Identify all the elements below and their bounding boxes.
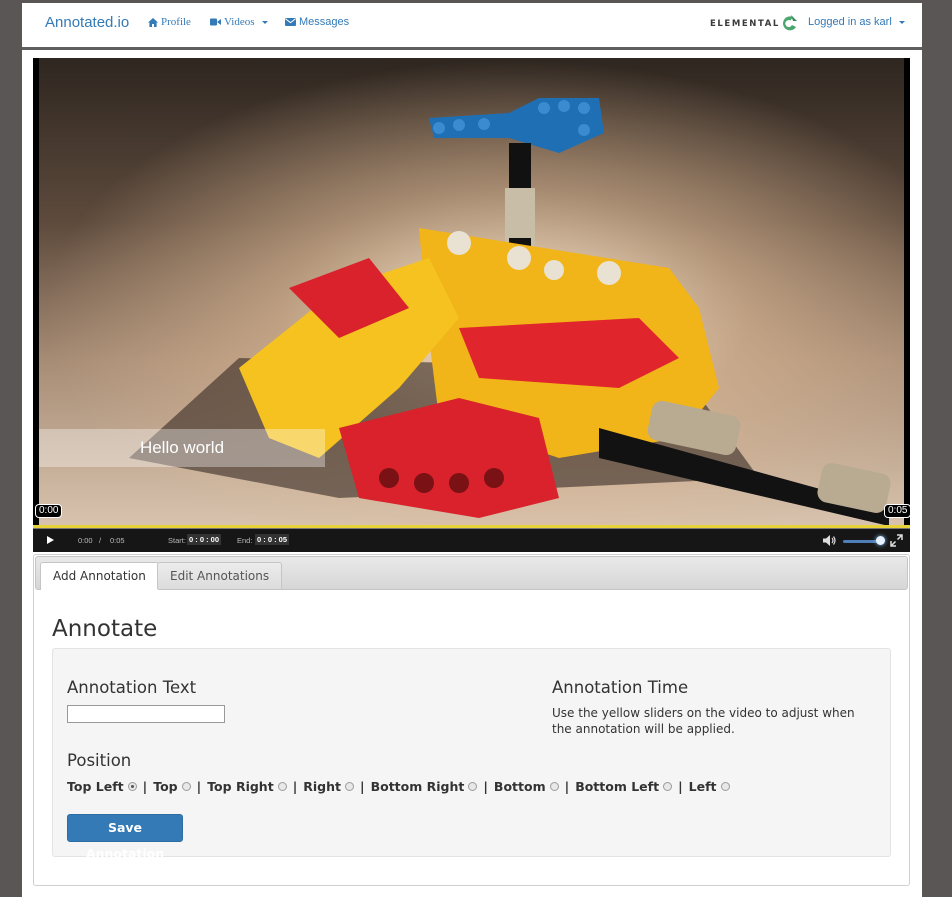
elemental-logo-text: ELEMENTAL — [710, 19, 780, 29]
nav-profile[interactable]: Profile — [148, 16, 191, 28]
annotation-overlay-text: Hello world — [139, 438, 225, 457]
play-icon[interactable] — [47, 536, 54, 544]
position-label-bottom-right: Bottom Right — [370, 779, 465, 794]
nav-profile-label: Profile — [161, 16, 191, 28]
separator: | — [678, 779, 683, 794]
brand-link[interactable]: Annotated.io — [45, 14, 129, 31]
current-time: 0:00 — [78, 536, 93, 545]
chevron-down-icon — [261, 20, 268, 24]
tab-add-annotation[interactable]: Add Annotation — [40, 562, 159, 590]
end-time-input[interactable]: 0 : 0 : 05 — [255, 534, 290, 545]
user-menu-label: Logged in as karl — [808, 16, 892, 28]
time-separator: / — [99, 536, 102, 545]
position-label-right: Right — [303, 779, 341, 794]
start-label: Start: — [168, 536, 186, 545]
separator: | — [564, 779, 570, 794]
separator: | — [360, 779, 365, 794]
tab-edit-annotations[interactable]: Edit Annotations — [157, 562, 283, 589]
video-controls: 0:00 / 0:05 Start: 0 : 0 : 00 End: 0 : 0… — [33, 529, 910, 552]
annotation-time-help: Use the yellow sliders on the video to a… — [552, 706, 855, 736]
position-radio-group: Top Left | Top | Top Right | Right | Bot… — [67, 779, 734, 794]
radio-top-left[interactable] — [127, 782, 137, 791]
end-time-marker[interactable]: 0:05 — [884, 504, 912, 518]
radio-bottom[interactable] — [549, 782, 559, 791]
nav-videos-label: Videos — [224, 16, 255, 28]
position-label-top-right: Top Right — [207, 779, 274, 794]
position-label: Position — [67, 751, 132, 770]
video-player[interactable]: Hello world 0:00 0:05 0:00 / 0:05 Start:… — [33, 58, 912, 552]
nav-videos[interactable]: Videos — [210, 16, 268, 28]
separator: | — [196, 779, 202, 794]
radio-bottom-right[interactable] — [468, 782, 478, 791]
annotation-overlay: Hello world — [39, 429, 325, 467]
radio-left[interactable] — [720, 782, 730, 791]
tab-bar: Add Annotation Edit Annotations — [35, 556, 908, 590]
start-time-marker[interactable]: 0:00 — [35, 504, 63, 518]
separator: | — [483, 779, 488, 794]
video-camera-icon — [210, 18, 221, 26]
envelope-icon — [285, 18, 296, 26]
start-time-input[interactable]: 0 : 0 : 00 — [187, 534, 222, 545]
user-menu[interactable]: Logged in as karl — [808, 16, 905, 28]
page: Annotated.io Profile Videos Messages ELE… — [22, 3, 922, 897]
radio-right[interactable] — [345, 782, 354, 791]
position-label-bottom-left: Bottom Left — [575, 779, 660, 794]
nav-messages-label: Messages — [299, 16, 350, 28]
annotation-text-label: Annotation Text — [67, 678, 197, 697]
separator: | — [292, 779, 298, 794]
position-label-left: Left — [688, 779, 717, 794]
save-annotation-button[interactable]: Save Annotation — [67, 814, 183, 861]
home-icon — [148, 17, 158, 27]
volume-slider-handle[interactable] — [876, 536, 885, 545]
position-label-top-left: Top Left — [67, 779, 124, 794]
elemental-logo: ELEMENTAL — [710, 15, 798, 33]
duration: 0:05 — [110, 536, 125, 545]
page-title: Annotate — [52, 616, 158, 642]
volume-icon[interactable] — [823, 535, 837, 546]
elemental-swirl-icon — [782, 15, 797, 31]
radio-top[interactable] — [181, 782, 191, 791]
navbar: Annotated.io Profile Videos Messages ELE… — [22, 3, 922, 50]
end-label: End: — [237, 536, 253, 545]
position-label-top: Top — [153, 779, 178, 794]
radio-top-right[interactable] — [277, 782, 287, 791]
annotation-form: Annotation Text Annotation Time Use the … — [52, 648, 891, 861]
position-label-bottom: Bottom — [493, 779, 546, 794]
radio-bottom-left[interactable] — [663, 782, 673, 791]
annotation-time-label: Annotation Time — [552, 678, 689, 697]
annotation-text-input[interactable] — [67, 705, 225, 723]
chevron-down-icon — [898, 20, 905, 24]
nav-messages[interactable]: Messages — [285, 16, 349, 28]
annotation-panel: Add Annotation Edit Annotations Annotate… — [33, 554, 910, 886]
separator: | — [142, 779, 148, 794]
fullscreen-icon[interactable] — [890, 534, 903, 547]
